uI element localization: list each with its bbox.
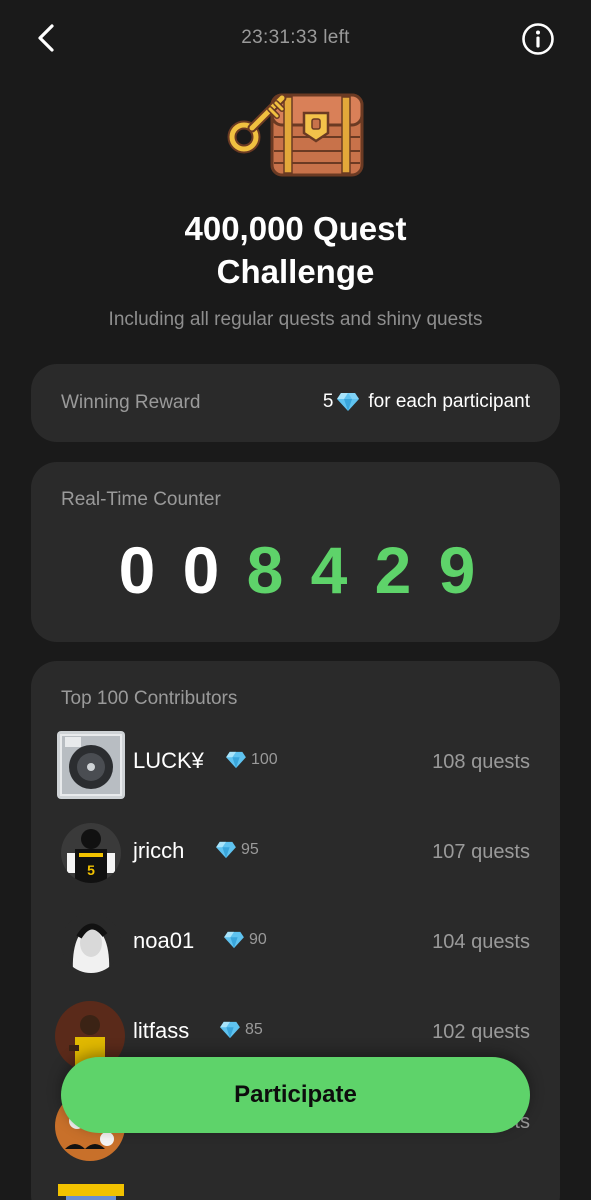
quest-count: 102 quests: [432, 1021, 530, 1043]
counter-digit: 0: [118, 533, 156, 607]
reward-label: Winning Reward: [61, 392, 201, 413]
avatar: [61, 913, 121, 973]
challenge-title: 400,000 Quest Challenge: [0, 207, 591, 293]
contributor-gems: 95: [215, 841, 259, 859]
contributor-name: jricch: [133, 838, 185, 863]
avatar: [56, 1182, 126, 1200]
svg-text:5: 5: [87, 862, 95, 878]
counter-label: Real-Time Counter: [61, 489, 221, 510]
reward-amount: 5: [322, 391, 334, 412]
reward-value: 5 for each participant: [323, 391, 530, 413]
winning-reward-card: Winning Reward 5 for each participant: [31, 364, 560, 442]
title-line-2: Challenge: [216, 253, 375, 290]
quest-count: 108 quests: [432, 751, 530, 773]
contributor-row[interactable]: 5 jricch 95 107 quests: [55, 821, 530, 891]
counter-digits: 0 0 8 4 2 9: [105, 530, 489, 610]
info-button[interactable]: [521, 22, 555, 56]
quest-count: 104 quests: [432, 931, 530, 953]
real-time-counter-card: Real-Time Counter 0 0 8 4 2 9: [31, 462, 560, 642]
diamond-gem-icon: [224, 931, 244, 949]
contributor-gems: 85: [219, 1021, 263, 1039]
avatar: [57, 731, 125, 799]
contributor-name: LUCK¥: [133, 748, 204, 773]
gem-count: 90: [249, 931, 267, 948]
contributors-title: Top 100 Contributors: [61, 688, 238, 709]
avatar: 5: [61, 823, 121, 883]
quest-count: 107 quests: [432, 841, 530, 863]
counter-digit: 2: [374, 533, 412, 607]
counter-digit: 4: [310, 533, 348, 607]
contributor-name: noa01: [133, 928, 195, 953]
counter-digit: 0: [182, 533, 220, 607]
contributor-gems: 90: [223, 931, 267, 949]
gem-count: 100: [251, 751, 278, 768]
challenge-subtitle: Including all regular quests and shiny q…: [108, 309, 483, 330]
info-circle-icon: [522, 23, 554, 55]
treasure-chest-key-icon: [227, 93, 364, 177]
contributor-name: litfass: [133, 1018, 190, 1043]
reward-suffix: for each participant: [368, 391, 530, 412]
contributor-row[interactable]: noa01 90 104 quests: [55, 911, 530, 981]
counter-digit: 9: [438, 533, 476, 607]
counter-digit: 8: [246, 533, 284, 607]
contributor-row[interactable]: LUCK¥ 100 108 quests: [55, 731, 530, 801]
gem-count: 95: [241, 841, 259, 858]
diamond-gem-icon: [337, 393, 360, 411]
diamond-gem-icon: [226, 751, 246, 769]
title-line-1: 400,000 Quest: [184, 210, 407, 247]
challenge-screen: 23:31:33 left 400,000 Quest Challenge In…: [0, 0, 591, 1200]
diamond-gem-icon: [220, 1021, 240, 1039]
participate-button[interactable]: Participate: [61, 1057, 530, 1133]
time-remaining: 23:31:33 left: [241, 27, 350, 48]
contributor-gems: 100: [225, 751, 278, 769]
diamond-gem-icon: [216, 841, 236, 859]
gem-count: 85: [245, 1021, 263, 1038]
